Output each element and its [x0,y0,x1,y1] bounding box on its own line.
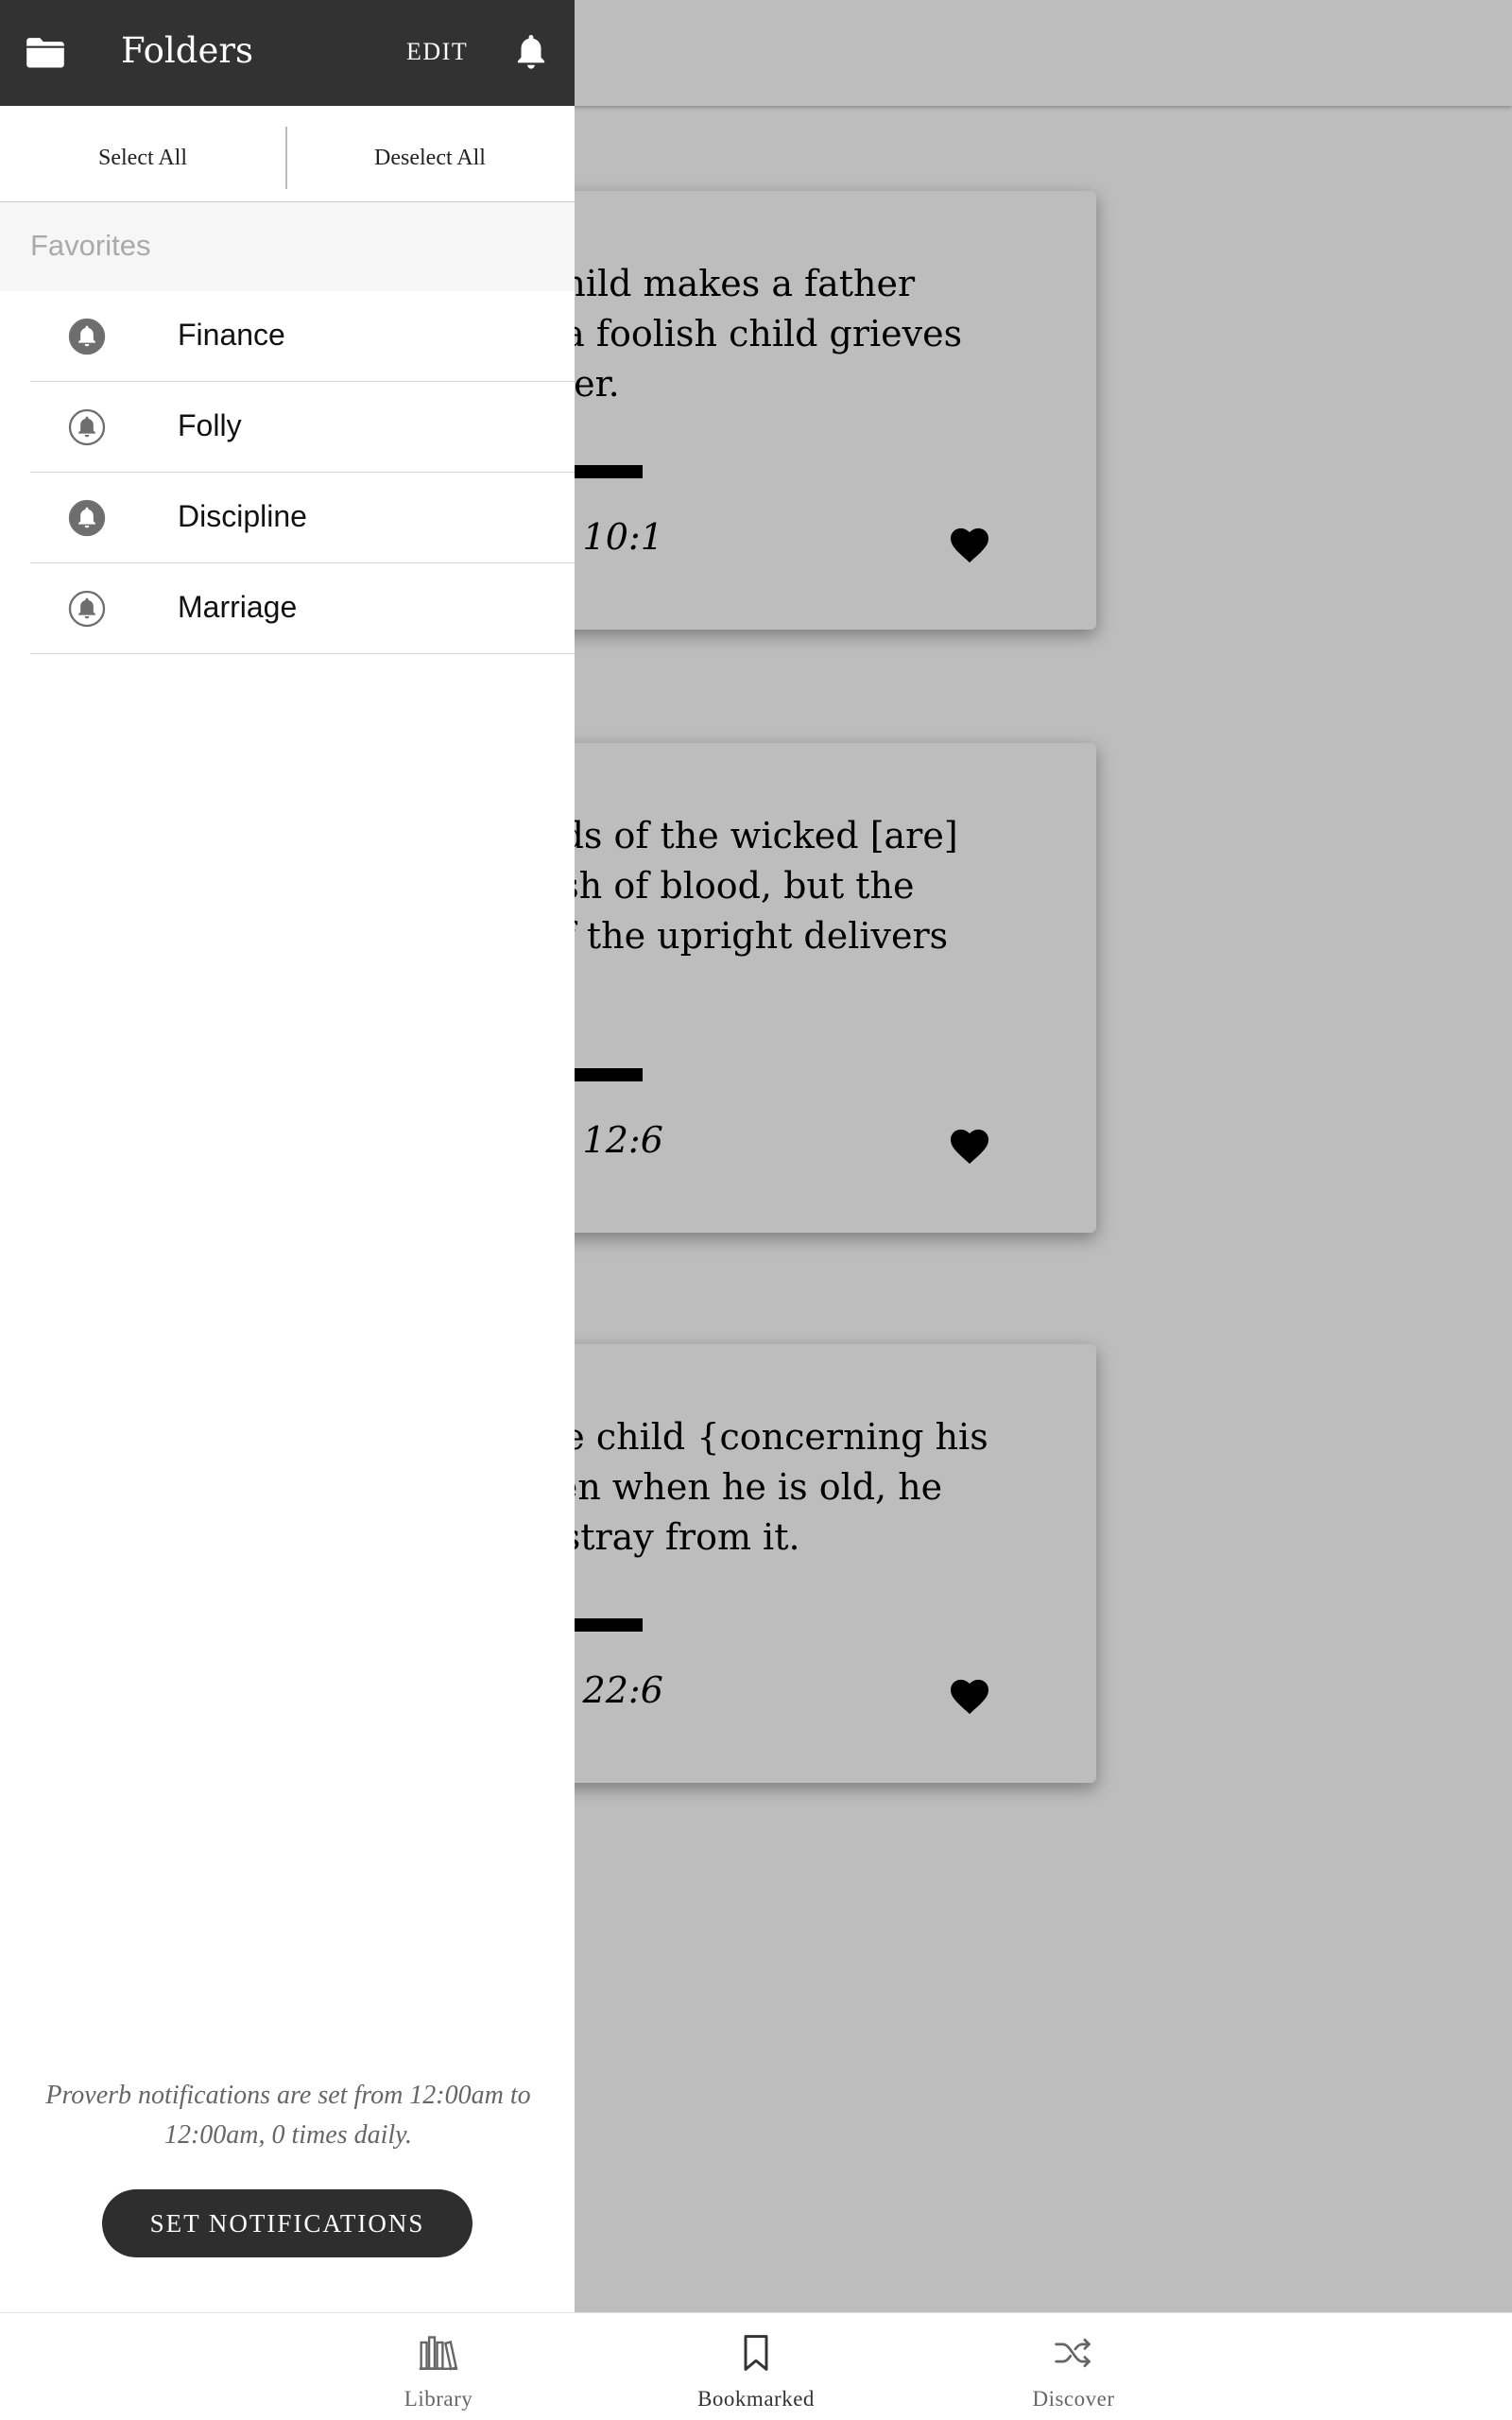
folders-drawer: Folders EDIT Select All Deselect All Fav… [0,0,575,2312]
folder-label: Folly [178,408,242,442]
tab-library[interactable]: Library [344,2313,533,2420]
bell-icon[interactable] [514,32,548,72]
drawer-header: Folders EDIT [0,0,575,106]
folder-item-discipline[interactable]: Discipline [30,473,575,563]
tab-label: Library [404,2387,473,2411]
heart-icon[interactable] [949,1677,990,1715]
folder-label: Discipline [178,499,307,533]
section-label: Favorites [30,229,151,262]
tab-label: Discover [1032,2387,1115,2411]
tab-bookmarked[interactable]: Bookmarked [662,2313,850,2420]
favorites-section-header: Favorites [0,202,575,291]
shuffle-icon [1055,2338,1091,2368]
drawer-title: Folders [121,30,254,71]
folder-item-marriage[interactable]: Marriage [30,563,575,654]
select-all-button[interactable]: Select All [0,106,285,202]
notification-summary: Proverb notifications are set from 12:00… [45,2081,531,2150]
bell-icon[interactable] [68,499,106,537]
proverb-card[interactable]: n the child {concerning his ; even when … [491,1344,1096,1783]
folder-item-folly[interactable]: Folly [30,382,575,473]
bell-outline-icon[interactable] [68,408,106,446]
tab-discover[interactable]: Discover [979,2313,1168,2420]
heart-icon[interactable] [949,526,990,563]
proverb-card[interactable]: words of the wicked [are] nbush of blood… [491,743,1096,1233]
bookmark-icon [744,2335,768,2371]
selection-bar: Select All Deselect All [0,106,575,202]
bottom-tab-bar: Library Bookmarked Discover [0,2312,1512,2420]
folder-icon[interactable] [25,36,66,70]
folder-label: Marriage [178,590,298,624]
deselect-all-button[interactable]: Deselect All [287,106,573,202]
proverb-card[interactable]: se child makes a father but a foolish ch… [491,191,1096,630]
edit-button[interactable]: EDIT [406,38,468,66]
library-icon [419,2336,458,2371]
bell-outline-icon[interactable] [68,590,106,628]
folder-item-finance[interactable]: Finance [30,291,575,382]
set-notifications-button[interactable]: SET NOTIFICATIONS [102,2189,472,2257]
folder-label: Finance [178,318,285,352]
tab-label: Bookmarked [697,2387,815,2411]
bell-icon[interactable] [68,318,106,355]
heart-icon[interactable] [949,1127,990,1165]
